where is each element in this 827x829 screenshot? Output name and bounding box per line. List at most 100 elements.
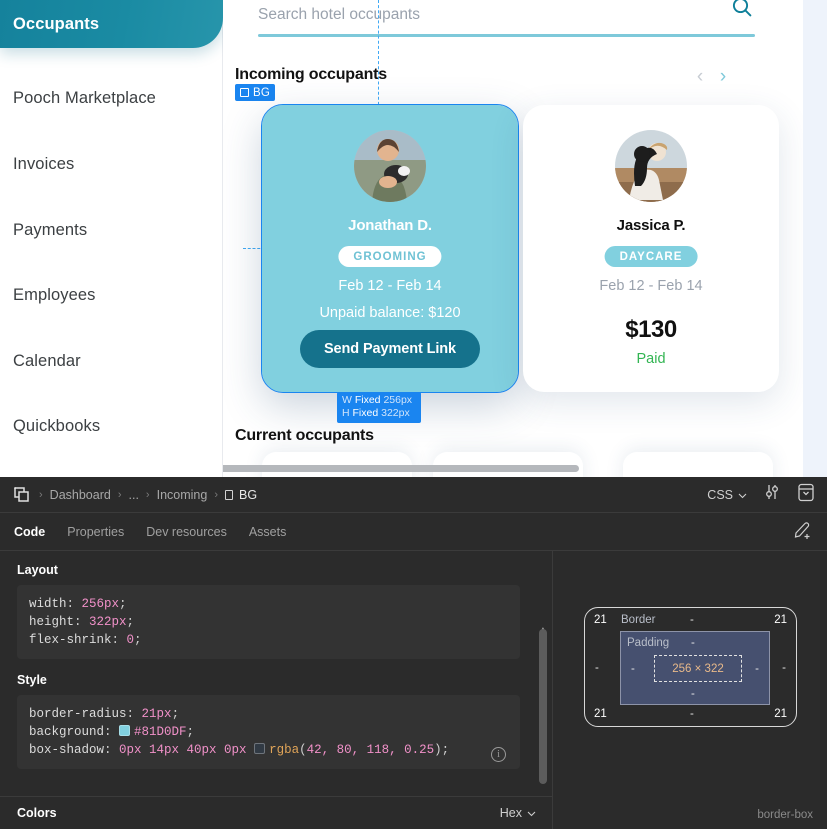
corner-radius-top-right: 21 [774, 614, 787, 626]
occupant-card[interactable]: Jassica P. DAYCARE Feb 12 - Feb 14 $130 … [523, 105, 779, 392]
css-function: rgba [269, 743, 300, 757]
scrollbar-thumb[interactable] [539, 629, 547, 784]
layout-code-block[interactable]: width: 256px; height: 322px; flex-shrink… [17, 585, 520, 659]
frame-icon [225, 489, 233, 500]
box-sizing-label: border-box [757, 809, 813, 821]
css-prop: width [29, 597, 67, 611]
carousel-prev-icon[interactable]: ‹ [690, 66, 710, 86]
selection-badge-label: BG [253, 86, 271, 99]
code-line: box-shadow: 0px 14px 40px 0px rgba(42, 8… [29, 743, 450, 757]
breadcrumb-separator: › [117, 488, 122, 501]
tab-dev-resources[interactable]: Dev resources [146, 525, 227, 539]
padding-label: Padding [627, 637, 670, 649]
send-payment-link-button[interactable]: Send Payment Link [300, 330, 480, 368]
css-value: 322px [89, 615, 127, 629]
incoming-occupants-title: Incoming occupants [235, 66, 387, 83]
sidebar-item-label: Pooch Marketplace [13, 88, 156, 107]
padding-top-value: - [691, 637, 695, 649]
horizontal-scrollbar[interactable] [223, 461, 803, 475]
selection-badge[interactable]: BG [235, 84, 276, 101]
sidebar-item-payments[interactable]: Payments [0, 206, 223, 254]
stay-dates: Feb 12 - Feb 14 [599, 278, 703, 294]
stay-dates: Feb 12 - Feb 14 [338, 278, 442, 294]
padding-bottom-value: - [691, 688, 695, 700]
breadcrumb-bg[interactable]: BG [239, 488, 257, 502]
payment-status: Paid [636, 351, 666, 367]
width-key: W [342, 394, 352, 406]
tab-code[interactable]: Code [14, 525, 45, 539]
language-select-label: CSS [707, 487, 733, 502]
panel-toggle-icon[interactable] [797, 483, 815, 507]
corner-radius-bottom-left: 21 [594, 708, 607, 720]
breadcrumb-ellipsis[interactable]: ... [129, 488, 139, 502]
sidebar-item-employees[interactable]: Employees [0, 271, 223, 319]
sidebar-item-calendar[interactable]: Calendar [0, 337, 223, 385]
service-badge: DAYCARE [604, 246, 698, 267]
layers-icon[interactable] [12, 486, 32, 504]
sidebar-item-label: Invoices [13, 154, 75, 173]
canvas-right-gutter [803, 0, 827, 477]
sidebar-item-occupants[interactable]: Occupants [0, 0, 223, 48]
code-line: height: 322px; [29, 615, 135, 629]
carousel-next-icon[interactable]: › [713, 66, 733, 86]
info-icon[interactable]: i [491, 747, 506, 762]
css-prop: box-shadow [29, 743, 105, 757]
alignment-guide-vertical [378, 0, 379, 110]
css-value: 21px [141, 707, 172, 721]
sidebar-item-label: Occupants [13, 14, 100, 33]
width-value: 256px [383, 394, 413, 406]
sidebar-item-label: Employees [13, 285, 96, 304]
code-line: background: #81D0DF; [29, 725, 195, 739]
sidebar-item-label: Quickbooks [13, 416, 101, 435]
breadcrumb-incoming[interactable]: Incoming [157, 488, 208, 502]
sidebar-item-label: Calendar [13, 351, 81, 370]
service-badge: GROOMING [338, 246, 442, 267]
color-format-select[interactable]: Hex [500, 806, 536, 820]
search-input[interactable] [258, 0, 713, 30]
tab-assets[interactable]: Assets [249, 525, 287, 539]
amount: $130 [625, 316, 677, 343]
height-mode: Fixed [352, 407, 379, 419]
border-label: Border [621, 614, 656, 626]
border-bottom-value: - [690, 708, 694, 720]
color-swatch[interactable] [119, 725, 131, 736]
height-key: H [342, 407, 350, 419]
css-prop: height [29, 615, 75, 629]
css-value: 256px [81, 597, 120, 611]
style-code-block[interactable]: border-radius: 21px; background: #81D0DF… [17, 695, 520, 769]
search-icon[interactable] [731, 0, 753, 23]
search-bar [258, 0, 753, 38]
main-content: Incoming occupants ‹ › BG [223, 0, 803, 477]
search-underline [258, 34, 755, 37]
height-value: 322px [381, 407, 410, 419]
sidebar-item-invoices[interactable]: Invoices [0, 140, 223, 188]
avatar [354, 130, 426, 202]
code-line: flex-shrink: 0; [29, 633, 142, 647]
sidebar-item-quickbooks[interactable]: Quickbooks [0, 402, 223, 450]
width-mode: Fixed [354, 394, 381, 406]
breadcrumb-dashboard[interactable]: Dashboard [50, 488, 111, 502]
layout-group-title: Layout [17, 563, 58, 577]
settings-sliders-icon[interactable] [763, 483, 781, 506]
occupant-name: Jassica P. [616, 217, 686, 234]
code-pane-scrollbar[interactable]: ▲ ▼ [536, 625, 550, 829]
code-line: border-radius: 21px; [29, 707, 180, 721]
language-select[interactable]: CSS [707, 488, 747, 502]
color-swatch[interactable] [254, 743, 266, 754]
frame-icon [240, 88, 249, 97]
edit-pencil-icon[interactable] [793, 519, 813, 544]
padding-right-value: - [755, 663, 759, 675]
breadcrumb-separator: › [214, 488, 218, 501]
occupant-card-selected[interactable]: Jonathan D. GROOMING Feb 12 - Feb 14 Unp… [262, 105, 518, 392]
breadcrumb: › Dashboard › ... › Incoming › BG CSS [0, 477, 827, 513]
scrollbar-thumb[interactable] [223, 465, 579, 472]
app-canvas: Occupants Pooch Marketplace Invoices Pay… [0, 0, 827, 477]
dimension-tooltip: W Fixed 256px H Fixed 322px [337, 392, 421, 423]
colors-section: Colors Hex [0, 796, 552, 829]
css-prop: flex-shrink [29, 633, 112, 647]
breadcrumb-separator: › [145, 488, 150, 501]
sidebar-item-pooch-marketplace[interactable]: Pooch Marketplace [0, 74, 223, 122]
tab-properties[interactable]: Properties [67, 525, 124, 539]
occupant-name: Jonathan D. [348, 217, 432, 234]
code-line: width: 256px; [29, 597, 127, 611]
